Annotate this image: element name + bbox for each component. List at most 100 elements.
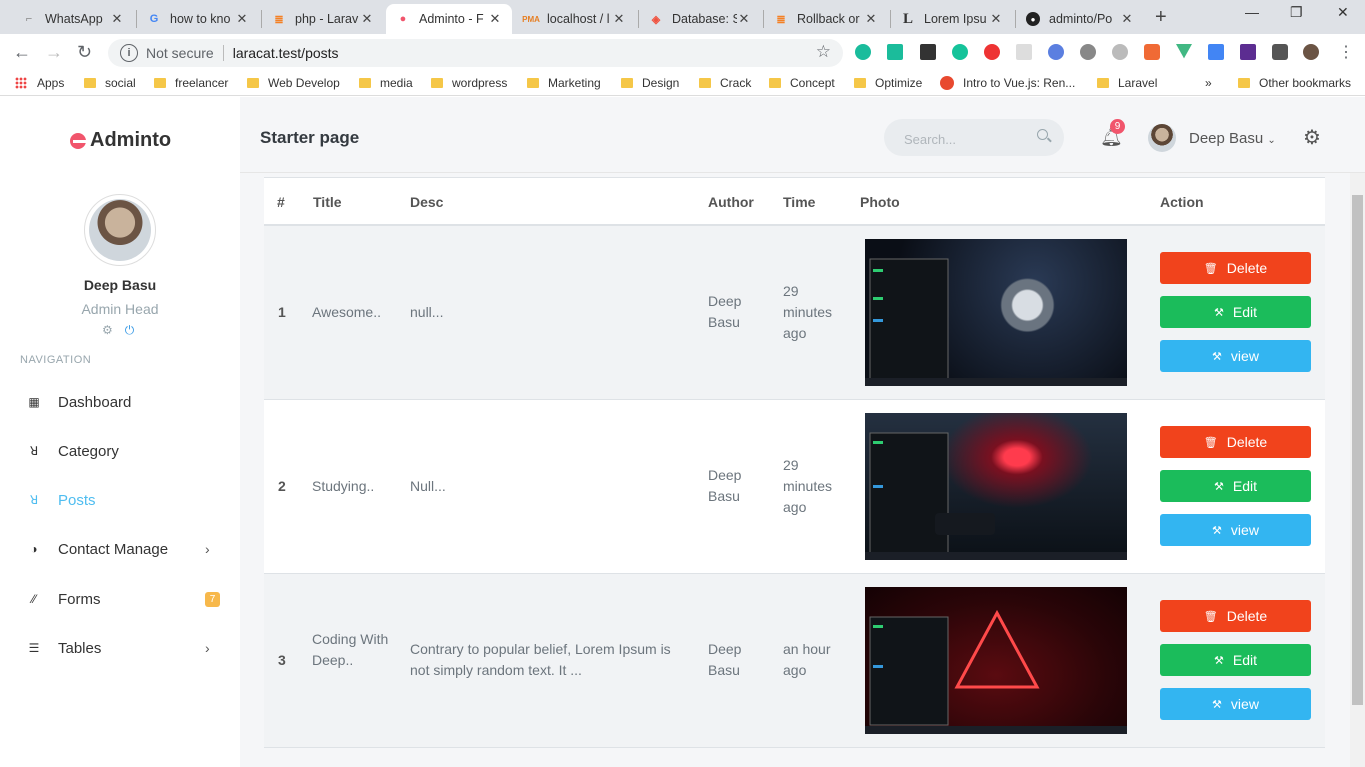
translate-icon[interactable] (1208, 44, 1224, 60)
search-input[interactable]: Search... (884, 119, 1064, 156)
grammarly-icon[interactable] (952, 44, 968, 60)
browser-tab[interactable]: ● adminto/Po ✕ (1016, 4, 1144, 34)
browser-tab[interactable]: L Lorem Ipsu ✕ (891, 4, 1013, 34)
delete-button[interactable]: 🗑︎ Delete (1160, 600, 1311, 632)
vue-devtools-icon[interactable] (1176, 44, 1192, 59)
extension-icon[interactable] (1016, 44, 1032, 60)
sidebar-item-contact-manage[interactable]: ◑ Contact Manage › (0, 529, 240, 569)
edit-button[interactable]: ⚒ Edit (1160, 470, 1311, 502)
edit-button[interactable]: ⚒ Edit (1160, 644, 1311, 676)
bookmark-other[interactable]: Other bookmarks (1238, 76, 1351, 90)
extension-icon[interactable] (1048, 44, 1064, 60)
bookmark-star-icon[interactable]: ☆ (816, 42, 831, 62)
view-button[interactable]: ⚒ view (1160, 514, 1311, 546)
extension-icon[interactable] (920, 44, 936, 60)
minimize-icon[interactable]: — (1245, 4, 1259, 20)
google-icon: G (149, 13, 159, 25)
scrollbar-thumb[interactable] (1352, 195, 1363, 705)
view-button[interactable]: ⚒ view (1160, 340, 1311, 372)
sidebar-item-forms[interactable]: ⁄⁄ Forms 7 (0, 579, 240, 619)
extension-icon[interactable] (984, 44, 1000, 60)
browser-tab[interactable]: ≣ Rollback or ✕ (764, 4, 888, 34)
close-tab-icon[interactable]: ✕ (110, 11, 124, 27)
github-icon: ● (1026, 12, 1040, 26)
bookmark-link[interactable]: Intro to Vue.js: Ren... (940, 76, 1075, 90)
omnibox[interactable]: i Not secure laracat.test/posts ☆ (108, 39, 843, 67)
delete-button[interactable]: 🗑︎ Delete (1160, 252, 1311, 284)
extension-icon[interactable] (1112, 44, 1128, 60)
close-tab-icon[interactable]: ✕ (488, 11, 502, 27)
bookmark-folder[interactable]: social (84, 76, 136, 90)
close-tab-icon[interactable]: ✕ (864, 11, 878, 27)
post-photo (865, 587, 1127, 734)
close-tab-icon[interactable]: ✕ (612, 11, 626, 27)
sidebar: Adminto Deep Basu Admin Head ⚙ ⏻ NAVIGATI… (0, 97, 240, 767)
bookmark-folder[interactable]: wordpress (431, 76, 507, 90)
vertical-scrollbar[interactable] (1350, 173, 1365, 767)
avatar[interactable] (1148, 124, 1176, 152)
browser-tab[interactable]: ◈ Database: S ✕ (639, 4, 761, 34)
browser-tab[interactable]: PMA localhost / l ✕ (514, 4, 636, 34)
sidebar-item-tables[interactable]: ☰ Tables › (0, 628, 240, 668)
user-menu[interactable]: Deep Basu ⌄ (1189, 130, 1276, 147)
extension-icon[interactable] (1080, 44, 1096, 60)
menu-dots-icon[interactable]: ⋮ (1338, 42, 1354, 62)
new-tab-icon[interactable]: + (1155, 6, 1167, 29)
extension-icon[interactable] (1144, 44, 1160, 60)
browser-tab[interactable]: ⌐ WhatsApp ✕ (12, 4, 134, 34)
folder-icon (854, 78, 866, 88)
close-tab-icon[interactable]: ✕ (737, 11, 751, 27)
wrench-icon: ⚒ (1212, 524, 1222, 537)
brand-logo[interactable]: Adminto (70, 129, 171, 152)
extension-icon[interactable] (855, 44, 871, 60)
trash-icon: 🗑︎ (1203, 610, 1218, 623)
close-tab-icon[interactable]: ✕ (1120, 11, 1134, 27)
edit-button[interactable]: ⚒ Edit (1160, 296, 1311, 328)
bookmark-folder[interactable]: Optimize (854, 76, 922, 90)
folder-icon (247, 78, 259, 88)
bookmark-folder[interactable]: Web Develop (247, 76, 340, 90)
close-tab-icon[interactable]: ✕ (989, 11, 1003, 27)
bookmark-folder[interactable]: Crack (699, 76, 751, 90)
bookmark-folder[interactable]: Marketing (527, 76, 601, 90)
settings-gear-icon[interactable]: ⚙ (1303, 125, 1321, 150)
reload-icon[interactable]: ↻ (77, 42, 92, 63)
wrench-icon: ⚒ (1214, 654, 1224, 667)
bookmark-folder[interactable]: Laravel (1097, 76, 1157, 90)
close-tab-icon[interactable]: ✕ (235, 11, 249, 27)
bookmark-apps[interactable]: Apps (15, 76, 64, 90)
bookmark-folder[interactable]: Concept (769, 76, 835, 90)
user-avatar[interactable] (84, 194, 156, 266)
power-icon[interactable]: ⏻ (125, 323, 135, 338)
profile-avatar-icon[interactable] (1303, 44, 1319, 60)
settings-gear-icon[interactable]: ⚙ (102, 323, 113, 338)
extension-icon[interactable] (1240, 44, 1256, 60)
browser-tab[interactable]: ≣ php - Larav ✕ (262, 4, 384, 34)
extension-icon[interactable] (887, 44, 903, 60)
bookmarks-overflow[interactable]: » (1205, 76, 1212, 90)
sidebar-item-posts[interactable]: ꓤ Posts (0, 480, 240, 520)
browser-tab-active[interactable]: ● Adminto - F ✕ (386, 4, 512, 34)
url-text[interactable]: laracat.test/posts (233, 45, 339, 61)
user-name[interactable]: Deep Basu (0, 277, 240, 293)
folder-icon (621, 78, 633, 88)
user-role: Admin Head (81, 301, 159, 317)
adminto-logo-icon (70, 132, 86, 149)
delete-button[interactable]: 🗑︎ Delete (1160, 426, 1311, 458)
extensions-puzzle-icon[interactable] (1272, 44, 1288, 60)
close-tab-icon[interactable]: ✕ (360, 11, 374, 27)
search-icon[interactable] (1037, 129, 1048, 140)
trash-icon: 🗑︎ (1203, 436, 1218, 449)
back-icon[interactable]: ← (13, 42, 31, 63)
sidebar-item-dashboard[interactable]: ▦ Dashboard (0, 382, 240, 422)
view-button[interactable]: ⚒ view (1160, 688, 1311, 720)
info-icon[interactable]: i (120, 44, 138, 62)
browser-tab[interactable]: Ghow to kno ✕ (137, 4, 259, 34)
bookmark-folder[interactable]: media (359, 76, 413, 90)
restore-icon[interactable]: ❐ (1290, 4, 1303, 21)
forward-icon[interactable]: → (45, 42, 63, 63)
bookmark-folder[interactable]: Design (621, 76, 679, 90)
bookmark-folder[interactable]: freelancer (154, 76, 228, 90)
sidebar-item-category[interactable]: ꓤ Category (0, 431, 240, 471)
close-window-icon[interactable]: ✕ (1337, 4, 1349, 21)
